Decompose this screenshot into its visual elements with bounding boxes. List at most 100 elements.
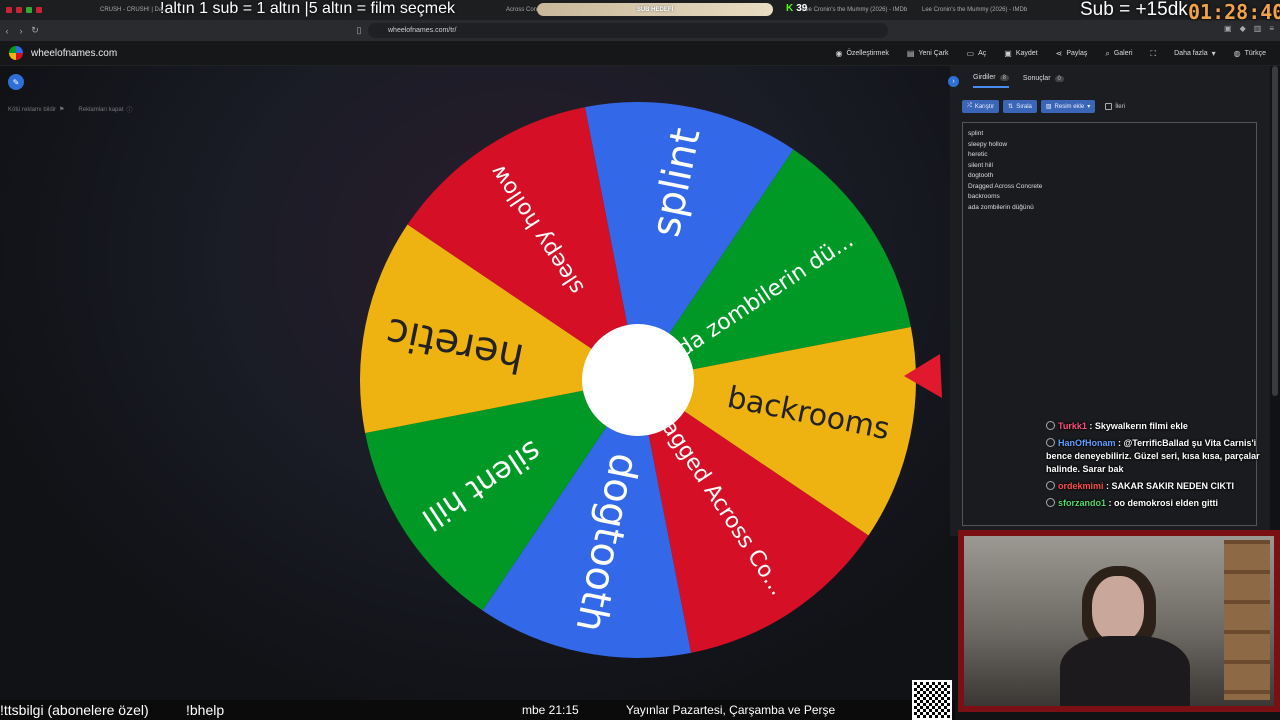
url-text: wheelofnames.com/tr/ [388, 27, 457, 34]
menu-fullscreen[interactable]: ⛶ [1151, 49, 1157, 59]
tab-label: Lee Cronin's the Mummy (2026) - IMDb [802, 7, 908, 13]
bookmark-icon[interactable]: ▯ [352, 25, 366, 36]
chat-message: HanOfHonam : @TerrificBallad şu Vita Car… [1046, 437, 1276, 476]
chat-message: Turkk1 : Skywalkerın filmi ekle [1046, 420, 1276, 433]
wheel-center-hub[interactable] [582, 324, 694, 436]
shuffle-button[interactable]: ⤮ Karıştır [962, 100, 1000, 113]
brave-icon[interactable]: ◆ [1240, 24, 1246, 33]
ticker-item: mbe 21:15 [522, 703, 579, 717]
advanced-checkbox[interactable]: İleri [1105, 103, 1125, 110]
report-ad-link[interactable]: Kötü reklamı bildir ⚑ [8, 105, 64, 114]
collapse-panel-icon[interactable]: › [948, 75, 959, 87]
site-name[interactable]: wheelofnames.com [31, 48, 117, 59]
ticker-item: !bhelp [186, 702, 225, 718]
chat-badge-icon [1046, 421, 1055, 430]
menu-open[interactable]: ▭ Aç [967, 49, 987, 58]
add-image-button[interactable]: ▨ Resim ekle ▾ [1040, 100, 1096, 113]
chat-text: : oo demokrosi elden gitti [1106, 498, 1219, 508]
chat-overlay: Turkk1 : Skywalkerın filmi ekle HanOfHona… [1046, 420, 1276, 514]
chat-text: : Skywalkerın filmi ekle [1086, 421, 1188, 431]
chat-badge-icon [1046, 481, 1055, 490]
address-bar: ‹ › ↻ ▯ wheelofnames.com/tr/ ▣ ◆ ▥ ≡ [0, 20, 1280, 41]
menu-customize[interactable]: ◉ Özelleştirmek [835, 49, 888, 58]
sort-button[interactable]: ⇅ Sırala [1003, 100, 1037, 113]
results-count-badge: 0 [1054, 75, 1064, 82]
close-ads-link[interactable]: Reklamları kapat ⓘ [78, 105, 133, 115]
chat-message: sforzando1 : oo demokrosi elden gitti [1046, 497, 1276, 510]
menu-gallery[interactable]: ⌕ Galeri [1105, 49, 1132, 59]
search-icon: ⌕ [1105, 48, 1110, 58]
menu-more[interactable]: Daha fazla ▾ [1174, 49, 1215, 58]
checkbox-box[interactable] [1105, 103, 1113, 110]
chat-username: HanOfHonam [1058, 438, 1116, 448]
qr-code [912, 680, 952, 720]
menu-label: Paylaş [1066, 50, 1088, 57]
shuffle-label: Karıştır [974, 103, 995, 110]
menu-save[interactable]: ▣ Kaydet [1004, 49, 1037, 58]
tab-entries[interactable]: Girdiler 8 [973, 74, 1009, 88]
browser-tab[interactable]: CRUSH - CRUSH! | Da... [90, 0, 170, 20]
palette-icon: ◉ [835, 49, 843, 58]
extension-icon[interactable]: ▣ [1224, 24, 1232, 33]
image-icon: ▨ [1045, 104, 1052, 110]
ad-links: Kötü reklamı bildir ⚑ Reklamları kapat ⓘ [8, 105, 133, 115]
menu-label: Aç [978, 50, 987, 57]
chevron-down-icon: ▾ [1211, 49, 1216, 58]
page-scrollbar[interactable] [1272, 66, 1278, 396]
menu-label: Galeri [1113, 50, 1133, 57]
chat-username: sforzando1 [1058, 498, 1107, 508]
entry-line: ada zombilerin düğünü [968, 203, 1034, 211]
chat-badge-icon [1046, 498, 1055, 507]
report-ad-label: Kötü reklamı bildir [8, 106, 57, 113]
info-icon: ⓘ [126, 108, 133, 114]
stream-timer: 01:28:40 [1188, 0, 1280, 24]
forward-icon[interactable]: › [14, 26, 28, 36]
menu-icon[interactable]: ≡ [1269, 24, 1274, 33]
menu-label: Kaydet [1015, 50, 1038, 57]
overlay-top-text: !altın 1 sub = 1 altın |5 altın = film s… [160, 0, 455, 17]
reload-icon[interactable]: ↻ [28, 25, 42, 36]
menu-share[interactable]: ⋖ Paylaş [1056, 49, 1088, 58]
chat-message: ordekmimi : SAKAR SAKIR NEDEN CIKTI [1046, 480, 1276, 493]
spin-wheel[interactable]: splintada zombilerin dü...backroomsDragg… [332, 90, 944, 660]
edit-pencil-icon[interactable]: ✎ [8, 74, 24, 90]
site-header: wheelofnames.com ◉ Özelleştirmek ▤ Yeni Ça… [0, 41, 1280, 66]
tab-results[interactable]: Sonuçlar 0 [1023, 75, 1064, 87]
bottom-ticker: !ttsbilgi (abonelere özel) !bhelp mbe 21… [0, 700, 955, 720]
webcam-feed [964, 536, 1274, 706]
tab-icons[interactable] [0, 0, 90, 20]
screen: CRUSH - CRUSH! | Da... Across Conc Lee C… [0, 0, 1280, 720]
ticker-item: !ttsbilgi (abonelere özel) [0, 702, 149, 718]
streamer-body [1060, 636, 1190, 706]
kick-icon: K [786, 3, 794, 14]
entry-line: heretic [968, 151, 988, 158]
sort-icon: ⇅ [1008, 104, 1014, 110]
browser-actions: ▣ ◆ ▥ ≡ [1224, 24, 1274, 33]
share-icon: ⋖ [1055, 49, 1063, 58]
back-icon[interactable]: ‹ [0, 26, 14, 36]
tab-entries-label: Girdiler [973, 74, 996, 81]
entry-line: silent hill [968, 161, 993, 169]
chat-username: Turkk1 [1058, 421, 1087, 431]
advanced-label: İleri [1115, 103, 1125, 110]
sub-bonus-text: Sub = +15dk [1080, 0, 1188, 20]
browser-tab[interactable]: Lee Cronin's the Mummy (2026) - IMDb [912, 0, 1032, 20]
menu-label: Özelleştirmek [846, 50, 889, 57]
tab-favicon [16, 7, 22, 13]
streamer-face [1092, 576, 1144, 642]
panel-toolbar: ⤮ Karıştır ⇅ Sırala ▨ Resim ekle ▾ İleri [962, 100, 1125, 113]
menu-new-wheel[interactable]: ▤ Yeni Çark [907, 49, 949, 58]
chevron-down-icon: ▾ [1087, 104, 1091, 110]
wheel-logo-icon[interactable] [9, 46, 23, 60]
browser-tab[interactable]: Lee Cronin's the Mummy (2026) - IMDb [792, 0, 912, 20]
wheel-container[interactable]: splint ada zombilerin dü... backrooms Dragg… [332, 90, 944, 660]
chat-badge-icon [1046, 438, 1055, 447]
entry-line: backrooms [968, 193, 1000, 200]
panel-tabs: › Girdiler 8 Sonuçlar 0 [948, 74, 1064, 88]
url-input[interactable]: wheelofnames.com/tr/ [368, 23, 888, 38]
wheel-area: ✎ Kötü reklamı bildir ⚑ Reklamları kapat ⓘ… [0, 66, 950, 700]
menu-label: Türkçe [1244, 50, 1266, 57]
sidebar-icon[interactable]: ▥ [1254, 24, 1262, 33]
sub-goal-label: SUB HEDEFİ [636, 6, 674, 13]
menu-language[interactable]: ◍ Türkçe [1234, 49, 1266, 58]
